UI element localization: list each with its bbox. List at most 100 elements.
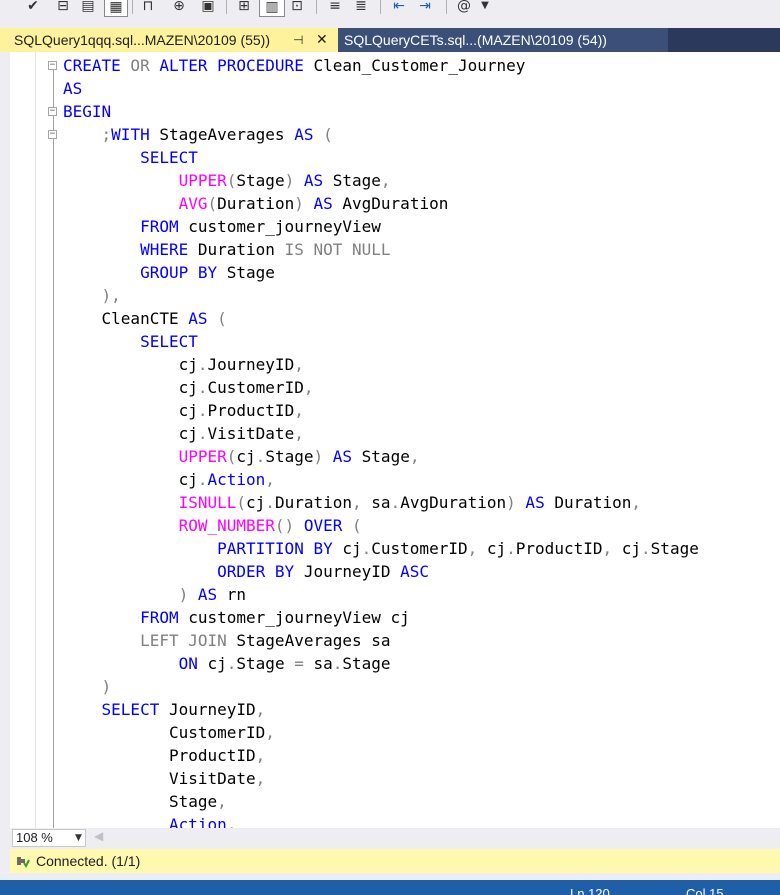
code-token: .: [361, 539, 372, 558]
collapse-toggle-begin[interactable]: −: [48, 107, 57, 116]
code-line[interactable]: CustomerID,: [63, 721, 699, 744]
code-line[interactable]: WHERE Duration IS NOT NULL: [63, 238, 699, 261]
code-line[interactable]: cj.Action,: [63, 468, 699, 491]
code-line[interactable]: cj.ProductID,: [63, 399, 699, 422]
code-line[interactable]: ;WITH StageAverages AS (: [63, 123, 699, 146]
code-line[interactable]: ON cj.Stage = sa.Stage: [63, 652, 699, 675]
collapse-toggle-with[interactable]: −: [48, 130, 57, 139]
checkmark-icon[interactable]: ✔: [24, 0, 42, 15]
code-token: AS: [515, 493, 545, 512]
code-token: FROM: [63, 217, 179, 236]
decrease-indent-icon[interactable]: ⇤: [388, 0, 410, 15]
code-line[interactable]: Action,: [63, 813, 699, 828]
toolbar-separator: [316, 0, 317, 14]
tab-sqlquery1qqq[interactable]: SQLQuery1qqq.sql...MAZEN\20109 (55)) ⊣ ✕: [0, 28, 338, 52]
code-token: ): [63, 677, 112, 696]
collapse-toggle-create[interactable]: −: [48, 61, 57, 70]
code-line[interactable]: cj.CustomerID,: [63, 376, 699, 399]
zoom-dropdown[interactable]: 108 % ▼: [12, 829, 86, 847]
results-to-file-icon[interactable]: ⊡: [287, 0, 307, 15]
live-query-stats-icon[interactable]: ▣: [197, 0, 219, 15]
code-line[interactable]: UPPER(Stage) AS Stage,: [63, 169, 699, 192]
client-statistics-icon[interactable]: ⊕: [168, 0, 190, 15]
code-line[interactable]: AVG(Duration) AS AvgDuration: [63, 192, 699, 215]
pin-icon[interactable]: ⊣: [293, 28, 303, 52]
code-line[interactable]: FROM customer_journeyView: [63, 215, 699, 238]
chevron-down-icon[interactable]: ▼: [75, 830, 82, 846]
code-token: Stage: [342, 654, 391, 673]
code-line[interactable]: Stage,: [63, 790, 699, 813]
code-line[interactable]: ) AS rn: [63, 583, 699, 606]
code-line[interactable]: ORDER BY JourneyID ASC: [63, 560, 699, 583]
scroll-left-icon[interactable]: ◀: [94, 829, 103, 843]
results-file-icon[interactable]: ▥: [259, 0, 285, 17]
code-token: (): [274, 516, 295, 535]
parse-icon[interactable]: ⊟: [52, 0, 74, 15]
code-line[interactable]: CREATE OR ALTER PROCEDURE Clean_Customer…: [63, 54, 699, 77]
code-line[interactable]: BEGIN: [63, 100, 699, 123]
code-token: cj: [236, 447, 256, 466]
code-token: Clean_Customer_Journey: [303, 56, 526, 75]
code-line[interactable]: SELECT JourneyID,: [63, 698, 699, 721]
code-token: AvgDuration: [332, 194, 449, 213]
code-token: PARTITION BY: [63, 539, 333, 558]
code-token: AS: [188, 309, 208, 328]
comment-icon[interactable]: ≡: [326, 0, 344, 15]
code-token: ISNULL: [178, 493, 237, 512]
code-line[interactable]: PARTITION BY cj.CustomerID, cj.ProductID…: [63, 537, 699, 560]
code-line[interactable]: FROM customer_journeyView cj: [63, 606, 699, 629]
document-tab-bar: SQLQuery1qqq.sql...MAZEN\20109 (55)) ⊣ ✕…: [0, 28, 780, 52]
code-line[interactable]: SELECT: [63, 330, 699, 353]
code-token: cj: [246, 493, 266, 512]
increase-indent-icon[interactable]: ⇥: [414, 0, 436, 15]
results-to-text-icon[interactable]: ▦: [104, 0, 128, 17]
code-token: ,: [380, 171, 391, 190]
specify-values-icon[interactable]: @: [454, 0, 474, 15]
code-line[interactable]: GROUP BY Stage: [63, 261, 699, 284]
code-line[interactable]: CleanCTE AS (: [63, 307, 699, 330]
dropdown-icon[interactable]: ▼: [478, 0, 492, 15]
code-line[interactable]: cj.JourneyID,: [63, 353, 699, 376]
results-grid-icon[interactable]: ⊞: [233, 0, 255, 15]
code-token: ORDER BY: [63, 562, 295, 581]
code-token: OR: [120, 56, 160, 75]
code-line[interactable]: cj.VisitDate,: [63, 422, 699, 445]
uncomment-icon[interactable]: ≣: [352, 0, 370, 15]
code-editor[interactable]: − − − CREATE OR ALTER PROCEDURE Clean_Cu…: [10, 52, 780, 828]
code-token: LEFT JOIN: [63, 631, 227, 650]
code-line[interactable]: VisitDate,: [63, 767, 699, 790]
code-token: (: [207, 194, 218, 213]
tab-sqlquerycets[interactable]: SQLQueryCETs.sql...(MAZEN\20109 (54)): [338, 28, 668, 52]
connection-status-bar: Connected. (1/1): [10, 849, 780, 873]
code-token: AS: [303, 194, 333, 213]
code-token: ROW_NUMBER: [178, 516, 275, 535]
code-token: WHERE: [63, 240, 189, 259]
code-line[interactable]: ROW_NUMBER() OVER (: [63, 514, 699, 537]
code-token: ): [284, 171, 295, 190]
code-token: .: [332, 654, 343, 673]
code-line[interactable]: ): [63, 675, 699, 698]
tab-label: SQLQueryCETs.sql...(MAZEN\20109 (54)): [344, 32, 607, 48]
display-plan-icon[interactable]: ▤: [78, 0, 98, 15]
code-line[interactable]: SELECT: [63, 146, 699, 169]
code-token: Duration: [274, 493, 352, 512]
code-token: SELECT: [63, 700, 160, 719]
code-token: cj: [63, 355, 198, 374]
code-token: ASC: [400, 562, 430, 581]
code-token: JourneyID: [207, 355, 295, 374]
close-icon[interactable]: ✕: [316, 28, 328, 52]
sql-code[interactable]: CREATE OR ALTER PROCEDURE Clean_Customer…: [63, 54, 699, 828]
code-token: CleanCTE: [63, 309, 189, 328]
code-line[interactable]: LEFT JOIN StageAverages sa: [63, 629, 699, 652]
code-line[interactable]: ),: [63, 284, 699, 307]
code-token: cj: [63, 401, 198, 420]
code-line[interactable]: AS: [63, 77, 699, 100]
include-actual-plan-icon[interactable]: ⊓: [140, 0, 156, 15]
zoom-row: 108 % ▼ ◀: [10, 828, 780, 848]
code-line[interactable]: UPPER(cj.Stage) AS Stage,: [63, 445, 699, 468]
code-token: AS: [323, 447, 353, 466]
code-line[interactable]: ProductID,: [63, 744, 699, 767]
code-token: customer_journeyView: [178, 217, 381, 236]
code-line[interactable]: ISNULL(cj.Duration, sa.AvgDuration) AS D…: [63, 491, 699, 514]
